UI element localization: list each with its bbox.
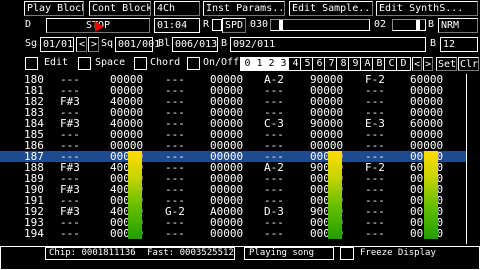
block-name-label: B bbox=[221, 38, 228, 49]
spd-button[interactable]: SPD bbox=[222, 18, 246, 33]
clr-button[interactable]: Clr bbox=[458, 57, 479, 71]
seq-label: Sq bbox=[101, 38, 114, 49]
note-cell[interactable]: --- bbox=[365, 228, 385, 239]
song-next-button[interactable]: > bbox=[88, 37, 99, 52]
playing-status: Playing song bbox=[244, 247, 334, 260]
fast-memory: Fast: 0003525512 bbox=[147, 248, 234, 258]
pattern-editor[interactable]: 180 --- 00000 --- 00000 A-2 90000 F-2 60000 181 --… bbox=[0, 74, 466, 244]
note-cell[interactable]: --- bbox=[165, 228, 185, 239]
chord-checkbox[interactable] bbox=[134, 57, 147, 70]
mode-label: D bbox=[25, 19, 32, 30]
memory-display: Chip: 0001811136 Fast: 0003525512 bbox=[45, 247, 235, 260]
block-position[interactable]: 006/013 bbox=[172, 37, 218, 52]
row-number: 194 bbox=[24, 227, 44, 240]
pattern-scrollbar[interactable] bbox=[466, 74, 480, 244]
song-label: Sg bbox=[25, 38, 38, 49]
command-cell[interactable]: 00000 bbox=[210, 228, 243, 239]
block-name-field[interactable]: 092/011 bbox=[230, 37, 426, 52]
b2-value[interactable]: 12 bbox=[440, 37, 478, 52]
inst-params-button[interactable]: Inst Params... bbox=[203, 1, 285, 16]
channel-prev-button[interactable]: < bbox=[412, 57, 422, 71]
channel-next-button[interactable]: > bbox=[423, 57, 433, 71]
vu-meter-channel-3 bbox=[424, 151, 438, 239]
seq-position[interactable]: 001/001 bbox=[115, 37, 160, 52]
edit-sample-button[interactable]: Edit Sample... bbox=[289, 1, 373, 16]
set-button[interactable]: Set bbox=[436, 57, 457, 71]
edit-checkbox[interactable] bbox=[25, 57, 38, 70]
block-label: Bl bbox=[158, 38, 171, 49]
freeze-display-label: Freeze Display bbox=[360, 248, 436, 258]
vu-meter-channel-0 bbox=[128, 151, 142, 239]
cont-block-button[interactable]: Cont Block bbox=[89, 1, 151, 16]
r-toggle[interactable] bbox=[212, 19, 222, 31]
channels-button[interactable]: 4Ch bbox=[154, 1, 200, 16]
r-label: R bbox=[203, 19, 210, 30]
b2-label: B bbox=[430, 38, 437, 49]
vu-meter-channel-2 bbox=[328, 151, 342, 239]
note-cell[interactable]: --- bbox=[264, 228, 284, 239]
pattern-row[interactable]: 194---00000---00000---00000---00000 bbox=[0, 228, 466, 239]
chip-memory: Chip: 0001811136 bbox=[49, 248, 136, 258]
space-label: Space bbox=[95, 57, 126, 68]
chord-label: Chord bbox=[150, 57, 181, 68]
volume-slider-knob[interactable] bbox=[416, 20, 420, 30]
note-cell[interactable]: --- bbox=[60, 228, 80, 239]
space-checkbox[interactable] bbox=[78, 57, 91, 70]
onoff-label: On/Off bbox=[203, 57, 240, 68]
vol-value: 02 bbox=[374, 19, 387, 30]
volume-slider[interactable] bbox=[392, 19, 426, 31]
spd-value: 030 bbox=[250, 19, 269, 30]
edit-synths-button[interactable]: Edit SynthS... bbox=[376, 1, 478, 16]
freeze-display-checkbox[interactable] bbox=[340, 247, 354, 260]
song-position[interactable]: 01/01 bbox=[40, 37, 74, 52]
time-display: 01:04 bbox=[154, 18, 200, 33]
speed-slider[interactable] bbox=[270, 19, 370, 31]
onoff-checkbox[interactable] bbox=[187, 57, 200, 70]
song-prev-button[interactable]: < bbox=[76, 37, 87, 52]
play-block-button[interactable]: Play Block bbox=[24, 1, 84, 16]
speed-slider-knob[interactable] bbox=[279, 20, 283, 30]
channel-toggle-d[interactable]: D bbox=[396, 57, 411, 71]
b-label: B bbox=[428, 19, 435, 30]
edit-label: Edit bbox=[44, 57, 69, 68]
nrm-button[interactable]: NRM bbox=[438, 18, 478, 33]
